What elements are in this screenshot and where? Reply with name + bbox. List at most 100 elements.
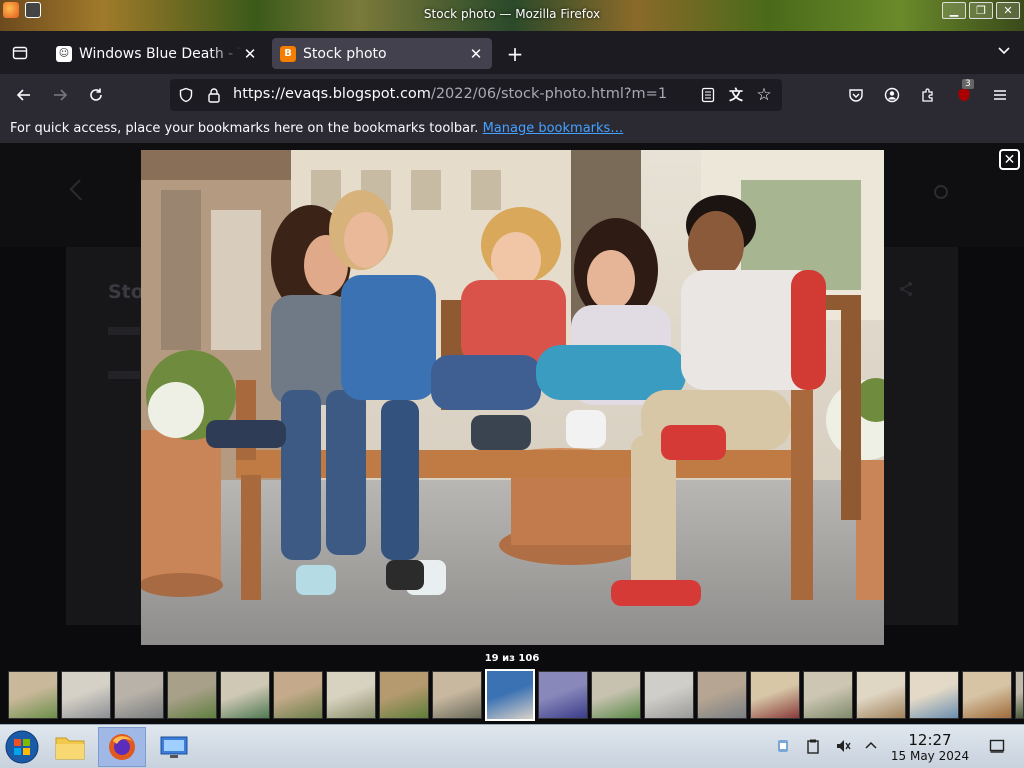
bookmark-star-icon[interactable]: ☆ xyxy=(754,85,774,105)
hamburger-menu-icon xyxy=(994,90,1006,100)
clock-time: 12:27 xyxy=(908,731,952,749)
reload-icon xyxy=(90,88,102,101)
lock-icon[interactable] xyxy=(204,85,224,105)
thumbnail[interactable] xyxy=(432,671,482,719)
thumbnail[interactable] xyxy=(803,671,853,719)
window-controls: ▁ ❐ ✕ xyxy=(942,2,1020,19)
thumbnail[interactable] xyxy=(644,671,694,719)
app-menu-button[interactable] xyxy=(988,83,1012,107)
extensions-button[interactable] xyxy=(916,83,940,107)
thumbnail-active[interactable] xyxy=(485,669,535,721)
post-meta-placeholder xyxy=(108,327,140,335)
pocket-button[interactable] xyxy=(844,83,868,107)
url-domain: https://evaqs.blogspot.com xyxy=(233,86,431,102)
tab-close-icon[interactable]: ✕ xyxy=(242,45,258,63)
manage-bookmarks-link[interactable]: Manage bookmarks… xyxy=(483,121,624,136)
thumbnail[interactable] xyxy=(856,671,906,719)
list-all-tabs-button[interactable] xyxy=(994,43,1014,63)
start-button[interactable] xyxy=(0,727,44,767)
reader-view-icon[interactable] xyxy=(698,85,718,105)
url-text[interactable]: https://evaqs.blogspot.com/2022/06/stock… xyxy=(233,86,667,102)
clock[interactable]: 12:27 15 May 2024 xyxy=(886,731,974,763)
maximize-button[interactable]: ❐ xyxy=(969,2,993,19)
firefox-taskbar-button[interactable] xyxy=(98,727,146,767)
tab-close-icon[interactable]: ✕ xyxy=(468,45,484,63)
lightbox-close-button[interactable]: ✕ xyxy=(999,149,1020,170)
file-manager-button[interactable] xyxy=(48,727,92,767)
clock-date: 15 May 2024 xyxy=(890,749,970,763)
close-window-button[interactable]: ✕ xyxy=(996,2,1020,19)
close-icon: ✕ xyxy=(1003,151,1016,168)
lightbox-main-photo[interactable] xyxy=(141,150,884,645)
new-tab-button[interactable]: + xyxy=(503,43,527,67)
thumbnail[interactable] xyxy=(909,671,959,719)
forward-button[interactable] xyxy=(48,83,72,107)
tab-label: Stock photo xyxy=(303,45,387,62)
thumbnail[interactable] xyxy=(61,671,111,719)
firefox-view-icon xyxy=(12,46,28,60)
tab-windows-blue-death[interactable]: ☺ Windows Blue Death - Te ✕ xyxy=(48,38,266,69)
bookmarks-toolbar: For quick access, place your bookmarks h… xyxy=(0,116,1024,143)
firefox-view-button[interactable] xyxy=(8,41,32,65)
share-icon xyxy=(898,281,914,297)
tab-bar: ☺ Windows Blue Death - Te ✕ B Stock phot… xyxy=(0,31,1024,74)
thumbnail[interactable] xyxy=(114,671,164,719)
url-path: /2022/06/stock-photo.html?m=1 xyxy=(430,86,668,102)
thumbnail[interactable] xyxy=(750,671,800,719)
thumbnail[interactable] xyxy=(1015,671,1024,719)
thumbnail[interactable] xyxy=(326,671,376,719)
firefox-icon xyxy=(109,734,135,760)
network-tray-icon[interactable] xyxy=(774,737,792,755)
bookmarks-hint-text: For quick access, place your bookmarks h… xyxy=(10,121,479,136)
thumbnail[interactable] xyxy=(167,671,217,719)
thumbnail[interactable] xyxy=(220,671,270,719)
thumbnail[interactable] xyxy=(962,671,1012,719)
thumbnail[interactable] xyxy=(379,671,429,719)
tab-stock-photo[interactable]: B Stock photo ✕ xyxy=(272,38,492,69)
window-title: Stock photo — Mozilla Firefox xyxy=(423,7,601,21)
window-titlebar: Stock photo — Mozilla Firefox ▁ ❐ ✕ xyxy=(0,0,1024,31)
pocket-icon xyxy=(849,89,863,102)
post-title-fragment: Sto xyxy=(108,281,144,303)
ublock-shield-icon xyxy=(958,88,970,102)
settings-monitor-icon xyxy=(160,736,188,758)
thumbnail[interactable] xyxy=(8,671,58,719)
image-counter: 19 из 106 xyxy=(484,653,540,664)
arrow-left-icon xyxy=(16,89,30,101)
post-text-placeholder xyxy=(108,371,140,379)
tab-label: Windows Blue Death - Te xyxy=(79,45,242,62)
account-button[interactable] xyxy=(880,83,904,107)
back-arrow-icon xyxy=(69,179,91,201)
windows-orb-icon xyxy=(5,730,39,764)
thumbnail[interactable] xyxy=(591,671,641,719)
thumbnail-strip xyxy=(0,669,1024,722)
system-settings-button[interactable] xyxy=(152,727,196,767)
reload-button[interactable] xyxy=(84,83,108,107)
minimize-button[interactable]: ▁ xyxy=(942,2,966,19)
search-icon xyxy=(934,185,948,199)
thumbnail[interactable] xyxy=(273,671,323,719)
taskbar: 12:27 15 May 2024 xyxy=(0,724,1024,768)
ublock-extension-button[interactable]: 3 xyxy=(952,79,976,107)
translate-icon[interactable]: 文 xyxy=(726,85,746,105)
address-bar[interactable]: https://evaqs.blogspot.com/2022/06/stock… xyxy=(170,79,782,111)
navigation-toolbar: https://evaqs.blogspot.com/2022/06/stock… xyxy=(0,74,1024,116)
extension-badge: 3 xyxy=(962,79,974,89)
chevron-down-icon xyxy=(998,47,1010,55)
back-button[interactable] xyxy=(12,83,36,107)
thumbnail[interactable] xyxy=(538,671,588,719)
page-content: Sto ✕ 19 из 106 xyxy=(0,143,1024,724)
arrow-right-icon xyxy=(54,89,68,101)
folder-icon xyxy=(55,737,85,760)
puzzle-icon xyxy=(922,88,933,102)
tracking-protection-shield-icon[interactable] xyxy=(176,85,196,105)
clipboard-tray-icon[interactable] xyxy=(804,737,822,755)
stock-photo-image xyxy=(141,150,884,645)
volume-muted-icon[interactable] xyxy=(834,737,852,755)
chevron-up-icon[interactable] xyxy=(862,737,880,755)
ghost-favicon-icon: ☺ xyxy=(56,45,72,62)
blogger-favicon-icon: B xyxy=(280,45,296,62)
account-icon xyxy=(884,87,900,103)
show-desktop-icon[interactable] xyxy=(988,737,1006,755)
thumbnail[interactable] xyxy=(697,671,747,719)
